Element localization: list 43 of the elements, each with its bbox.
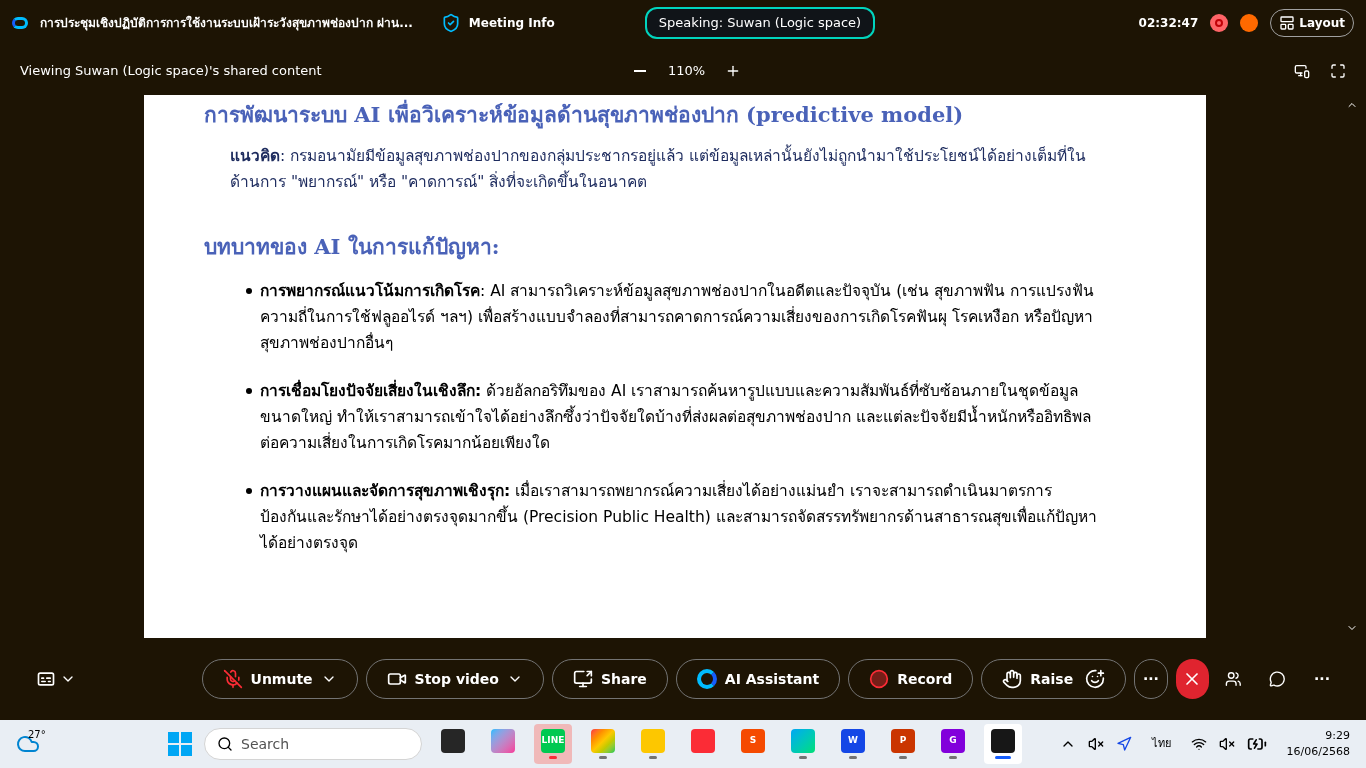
- meeting-title: การประชุมเชิงปฏิบัติการการใช้งานระบบเฝ้าระวังสุขภาพช่องปาก ผ่าน...: [40, 14, 413, 32]
- recording-icon: [1210, 14, 1229, 32]
- leave-button[interactable]: [1175, 659, 1209, 699]
- meeting-info-button[interactable]: Meeting Info: [440, 13, 555, 33]
- hand-icon: [1002, 669, 1023, 689]
- bullet-paragraph: การวางแผนและจัดการสุขภาพเชิงรุก: เมื่อเราสามารถพยากรณ์ความเสี่ยงได้อย่างแม่นยำ เราจะสามารถดำเนินมาตรการป้องกันและรักษาได้อย่างตรงจุดมากขึ้น (Precision Public Health) และสามารถจัดสรรทรัพยากรด้านสาธารณสุขเพื่อแก้ปัญหาได้อย่างตรงจุด: [260, 479, 1098, 555]
- clock-date[interactable]: 16/06/2568: [1286, 744, 1350, 760]
- clock-time[interactable]: 9:29: [1325, 728, 1350, 744]
- zoom-level: 110%: [668, 61, 706, 80]
- taskbar-app[interactable]: [984, 724, 1022, 764]
- location-icon[interactable]: [1115, 736, 1132, 752]
- layout-icon: [1279, 15, 1296, 31]
- monitor-icon[interactable]: [1294, 62, 1310, 79]
- record-icon: [869, 669, 890, 689]
- more-options-button[interactable]: ···: [1314, 668, 1330, 690]
- share-icon: [572, 669, 593, 689]
- taskbar-search-field[interactable]: Search: [204, 728, 422, 760]
- captions-icon: [36, 669, 56, 689]
- reaction-icon: [1085, 669, 1106, 689]
- chat-icon[interactable]: [1269, 669, 1286, 689]
- slide-heading: การพัฒนาระบบ AI เพื่อวิเคราะห์ข้อมูลด้านสุขภาพช่องปาก (predictive model): [204, 99, 1146, 131]
- meeting-timer: 02:32:47: [1138, 15, 1199, 32]
- participants-icon[interactable]: [1224, 669, 1242, 689]
- taskbar-app[interactable]: P: [884, 724, 922, 764]
- minus-icon: [634, 69, 646, 72]
- wifi-icon[interactable]: [1190, 736, 1207, 752]
- assistant-icon: [696, 669, 717, 689]
- taskbar-app[interactable]: S: [734, 724, 772, 764]
- taskbar-app[interactable]: W: [834, 724, 872, 764]
- search-icon: [217, 736, 233, 752]
- concept-paragraph: แนวคิด: กรมอนามัยมีข้อมูลสุขภาพช่องปากของกลุ่มประชากรอยู่แล้ว แต่ข้อมูลเหล่านั้นยังไม่ถูกนำมาใช้ประโยชน์ได้อย่างเต็มที่ในด้านการ "พยากรณ์" หรือ "คาดการณ์" สิ่งที่จะเกิดขึ้นในอนาคต: [229, 143, 1088, 193]
- shared-content-label: Viewing Suwan (Logic space)'s shared content: [20, 61, 323, 80]
- fullscreen-icon[interactable]: [1330, 62, 1346, 79]
- webex-logo-icon: [12, 17, 28, 29]
- taskbar-app[interactable]: G: [934, 724, 972, 764]
- windows-start-icon[interactable]: [168, 732, 192, 756]
- input-language[interactable]: ไทย: [1143, 735, 1179, 753]
- slide-subheading: บทบาทของ AI ในการแก้ปัญหา:: [204, 232, 501, 262]
- volume-muted-icon[interactable]: [1218, 736, 1235, 752]
- bullet-paragraph: การเชื่อมโยงปัจจัยเสี่ยงในเชิงลึก: ด้วยอัลกอริทึมของ AI เราสามารถค้นหารูปแบบและความสัมพันธ์ที่ซับซ้อนภายในชุดข้อมูลขนาดใหญ่ ทำให้เราสามารถเข้าใจได้อย่างลึกซึ้งว่าปัจจัยใดบ้างที่ส่งผลต่อสุขภาพช่องปาก และแต่ละปัจจัยมีน้ำหนักหรืออิทธิพลต่อความเสี่ยงในการเกิดโรคมากน้อยเพียงใด: [260, 378, 1098, 456]
- bullet-paragraph: การพยากรณ์แนวโน้มการเกิดโรค: AI สามารถวิเคราะห์ข้อมูลสุขภาพช่องปากในอดีตและปัจจุบัน (เช่น สุขภาพฟัน การแปรงฟัน ความถี่ในการใช้ฟลูออไรด์ ฯลฯ) เพื่อสร้างแบบจำลองที่สามารถคาดการณ์ความเสี่ยงของการเกิดโรคฟันผุ โรคเหงือก หรือปัญหาสุขภาพช่องปากอื่นๆ: [260, 280, 1096, 355]
- temperature: 27°: [28, 727, 46, 742]
- speaking-indicator: Speaking: Suwan (Logic space): [644, 7, 876, 39]
